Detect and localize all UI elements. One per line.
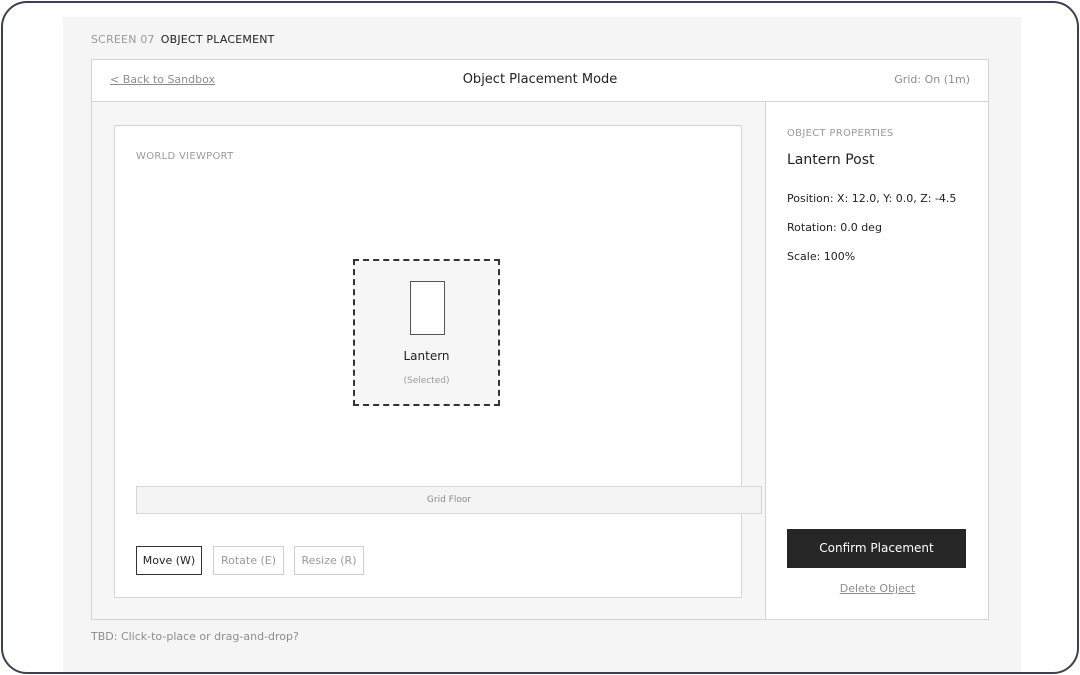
- grid-status: Grid: On (1m): [894, 73, 970, 86]
- confirm-placement-button[interactable]: Confirm Placement: [787, 529, 966, 568]
- page-title: Object Placement Mode: [462, 72, 618, 87]
- lantern-icon: [410, 281, 445, 335]
- rotate-tool-button[interactable]: Rotate (E): [213, 546, 284, 575]
- object-name: Lantern: [403, 349, 450, 363]
- screen-name: OBJECT PLACEMENT: [160, 33, 275, 46]
- resize-tool-button[interactable]: Resize (R): [294, 546, 364, 575]
- screen-number: SCREEN 07: [91, 33, 155, 46]
- header-bar: < Back to Sandbox Object Placement Mode …: [92, 60, 988, 102]
- object-state: (Selected): [403, 376, 450, 386]
- position-value: Position: X: 12.0, Y: 0.0, Z: -4.5: [787, 192, 957, 205]
- world-viewport[interactable]: WORLD VIEWPORT Lantern (Selected) Grid F…: [114, 125, 762, 598]
- footer-note: TBD: Click-to-place or drag-and-drop?: [91, 630, 299, 643]
- move-tool-button[interactable]: Move (W): [136, 546, 202, 575]
- scale-value: Scale: 100%: [787, 250, 856, 263]
- properties-title: Lantern Post: [787, 152, 875, 168]
- viewport-pane: WORLD VIEWPORT Lantern (Selected) Grid F…: [92, 102, 765, 619]
- selected-object[interactable]: Lantern (Selected): [353, 259, 500, 406]
- placement-window: < Back to Sandbox Object Placement Mode …: [91, 59, 989, 620]
- screen-label: SCREEN 07 OBJECT PLACEMENT: [91, 33, 275, 46]
- viewport-label: WORLD VIEWPORT: [136, 151, 234, 162]
- grid-floor: Grid Floor: [136, 486, 762, 514]
- properties-section-label: OBJECT PROPERTIES: [787, 128, 894, 139]
- delete-object-link[interactable]: Delete Object: [766, 582, 989, 595]
- properties-panel: OBJECT PROPERTIES Lantern Post Position:…: [765, 102, 988, 619]
- rotation-value: Rotation: 0.0 deg: [787, 221, 882, 234]
